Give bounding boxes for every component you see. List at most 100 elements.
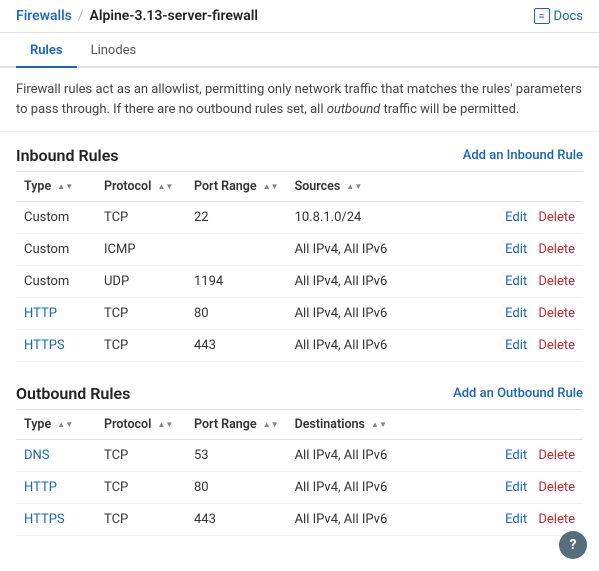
tab-rules[interactable]: Rules [16, 33, 77, 68]
inbound-section: Inbound Rules Add an Inbound Rule Type ▲… [0, 132, 599, 362]
inbound-row-sources: All IPv4, All IPv6 [287, 234, 467, 266]
inbound-row-protocol: UDP [96, 266, 186, 298]
inbound-row-type: Custom [16, 202, 96, 234]
inbound-edit-button[interactable]: Edit [505, 210, 527, 225]
inbound-delete-button[interactable]: Delete [538, 306, 575, 321]
inbound-row-actions: Edit Delete [467, 202, 583, 234]
docs-icon: ≡ [534, 8, 550, 24]
outbound-col-type: Type ▲▼ [16, 410, 96, 440]
outbound-edit-button[interactable]: Edit [505, 480, 527, 495]
outbound-delete-button[interactable]: Delete [538, 448, 575, 463]
out-protocol-sort-icon: ▲▼ [158, 421, 174, 429]
outbound-row-portrange: 443 [186, 504, 287, 536]
protocol-sort-icon: ▲▼ [158, 183, 174, 191]
outbound-table-row: DNS TCP 53 All IPv4, All IPv6 Edit Delet… [16, 440, 583, 472]
inbound-edit-button[interactable]: Edit [505, 274, 527, 289]
inbound-row-portrange: 1194 [186, 266, 287, 298]
inbound-row-protocol: TCP [96, 330, 186, 362]
inbound-row-sources: 10.8.1.0/24 [287, 202, 467, 234]
inbound-row-portrange [186, 234, 287, 266]
outbound-edit-button[interactable]: Edit [505, 448, 527, 463]
inbound-table-row: Custom ICMP All IPv4, All IPv6 Edit Dele… [16, 234, 583, 266]
outbound-table-row: HTTPS TCP 443 All IPv4, All IPv6 Edit De… [16, 504, 583, 536]
help-button[interactable]: ? [559, 531, 587, 559]
inbound-table-row: HTTPS TCP 443 All IPv4, All IPv6 Edit De… [16, 330, 583, 362]
breadcrumb: Firewalls / Alpine-3.13-server-firewall [16, 8, 258, 24]
inbound-col-portrange: Port Range ▲▼ [186, 172, 287, 202]
description-emphasis: outbound [327, 102, 381, 117]
outbound-row-type: DNS [16, 440, 96, 472]
outbound-edit-button[interactable]: Edit [505, 512, 527, 527]
outbound-row-destinations: All IPv4, All IPv6 [287, 440, 467, 472]
breadcrumb-parent[interactable]: Firewalls [16, 8, 72, 24]
outbound-row-destinations: All IPv4, All IPv6 [287, 472, 467, 504]
inbound-row-actions: Edit Delete [467, 330, 583, 362]
inbound-row-actions: Edit Delete [467, 298, 583, 330]
inbound-row-protocol: TCP [96, 202, 186, 234]
inbound-table: Type ▲▼ Protocol ▲▼ Port Range ▲▼ Source… [16, 171, 583, 362]
docs-link[interactable]: ≡ Docs [534, 8, 583, 24]
inbound-title: Inbound Rules [16, 146, 119, 165]
outbound-row-actions: Edit Delete [467, 440, 583, 472]
outbound-row-actions: Edit Delete [467, 472, 583, 504]
inbound-col-type: Type ▲▼ [16, 172, 96, 202]
breadcrumb-separator: / [78, 8, 84, 24]
outbound-row-actions: Edit Delete [467, 504, 583, 536]
inbound-row-portrange: 443 [186, 330, 287, 362]
outbound-table: Type ▲▼ Protocol ▲▼ Port Range ▲▼ Destin… [16, 409, 583, 536]
destinations-sort-icon: ▲▼ [371, 421, 387, 429]
inbound-edit-button[interactable]: Edit [505, 338, 527, 353]
tab-linodes[interactable]: Linodes [77, 33, 151, 68]
outbound-delete-button[interactable]: Delete [538, 512, 575, 527]
inbound-row-actions: Edit Delete [467, 266, 583, 298]
outbound-col-portrange: Port Range ▲▼ [186, 410, 287, 440]
inbound-row-protocol: ICMP [96, 234, 186, 266]
inbound-table-row: HTTP TCP 80 All IPv4, All IPv6 Edit Dele… [16, 298, 583, 330]
outbound-row-type: HTTPS [16, 504, 96, 536]
inbound-row-portrange: 80 [186, 298, 287, 330]
inbound-delete-button[interactable]: Delete [538, 274, 575, 289]
outbound-row-protocol: TCP [96, 472, 186, 504]
outbound-row-portrange: 53 [186, 440, 287, 472]
outbound-type-link[interactable]: DNS [24, 448, 50, 463]
outbound-col-actions [467, 410, 583, 440]
outbound-col-destinations: Destinations ▲▼ [287, 410, 467, 440]
inbound-row-type: Custom [16, 234, 96, 266]
inbound-table-row: Custom TCP 22 10.8.1.0/24 Edit Delete [16, 202, 583, 234]
tabs-container: Rules Linodes [0, 33, 599, 68]
type-sort-icon: ▲▼ [57, 183, 73, 191]
page-description: Firewall rules act as an allowlist, perm… [0, 68, 599, 132]
inbound-col-sources: Sources ▲▼ [287, 172, 467, 202]
inbound-row-type: HTTPS [16, 330, 96, 362]
outbound-delete-button[interactable]: Delete [538, 480, 575, 495]
inbound-type-link[interactable]: HTTP [24, 306, 57, 321]
inbound-delete-button[interactable]: Delete [538, 338, 575, 353]
outbound-section-header: Outbound Rules Add an Outbound Rule [16, 370, 583, 409]
outbound-row-protocol: TCP [96, 504, 186, 536]
outbound-type-link[interactable]: HTTP [24, 480, 57, 495]
page-header: Firewalls / Alpine-3.13-server-firewall … [0, 0, 599, 33]
outbound-section: Outbound Rules Add an Outbound Rule Type… [0, 370, 599, 536]
portrange-sort-icon: ▲▼ [263, 183, 279, 191]
inbound-table-row: Custom UDP 1194 All IPv4, All IPv6 Edit … [16, 266, 583, 298]
inbound-col-actions [467, 172, 583, 202]
outbound-title: Outbound Rules [16, 384, 130, 403]
inbound-section-header: Inbound Rules Add an Inbound Rule [16, 132, 583, 171]
add-outbound-rule-button[interactable]: Add an Outbound Rule [453, 386, 583, 401]
inbound-edit-button[interactable]: Edit [505, 242, 527, 257]
inbound-row-actions: Edit Delete [467, 234, 583, 266]
outbound-row-portrange: 80 [186, 472, 287, 504]
inbound-col-protocol: Protocol ▲▼ [96, 172, 186, 202]
inbound-delete-button[interactable]: Delete [538, 210, 575, 225]
outbound-type-link[interactable]: HTTPS [24, 512, 65, 527]
out-type-sort-icon: ▲▼ [57, 421, 73, 429]
inbound-type-link[interactable]: HTTPS [24, 338, 65, 353]
outbound-table-row: HTTP TCP 80 All IPv4, All IPv6 Edit Dele… [16, 472, 583, 504]
description-text3: traffic will be permitted. [380, 102, 519, 117]
inbound-delete-button[interactable]: Delete [538, 242, 575, 257]
inbound-row-type: Custom [16, 266, 96, 298]
inbound-edit-button[interactable]: Edit [505, 306, 527, 321]
outbound-col-protocol: Protocol ▲▼ [96, 410, 186, 440]
add-inbound-rule-button[interactable]: Add an Inbound Rule [463, 148, 583, 163]
inbound-row-sources: All IPv4, All IPv6 [287, 330, 467, 362]
